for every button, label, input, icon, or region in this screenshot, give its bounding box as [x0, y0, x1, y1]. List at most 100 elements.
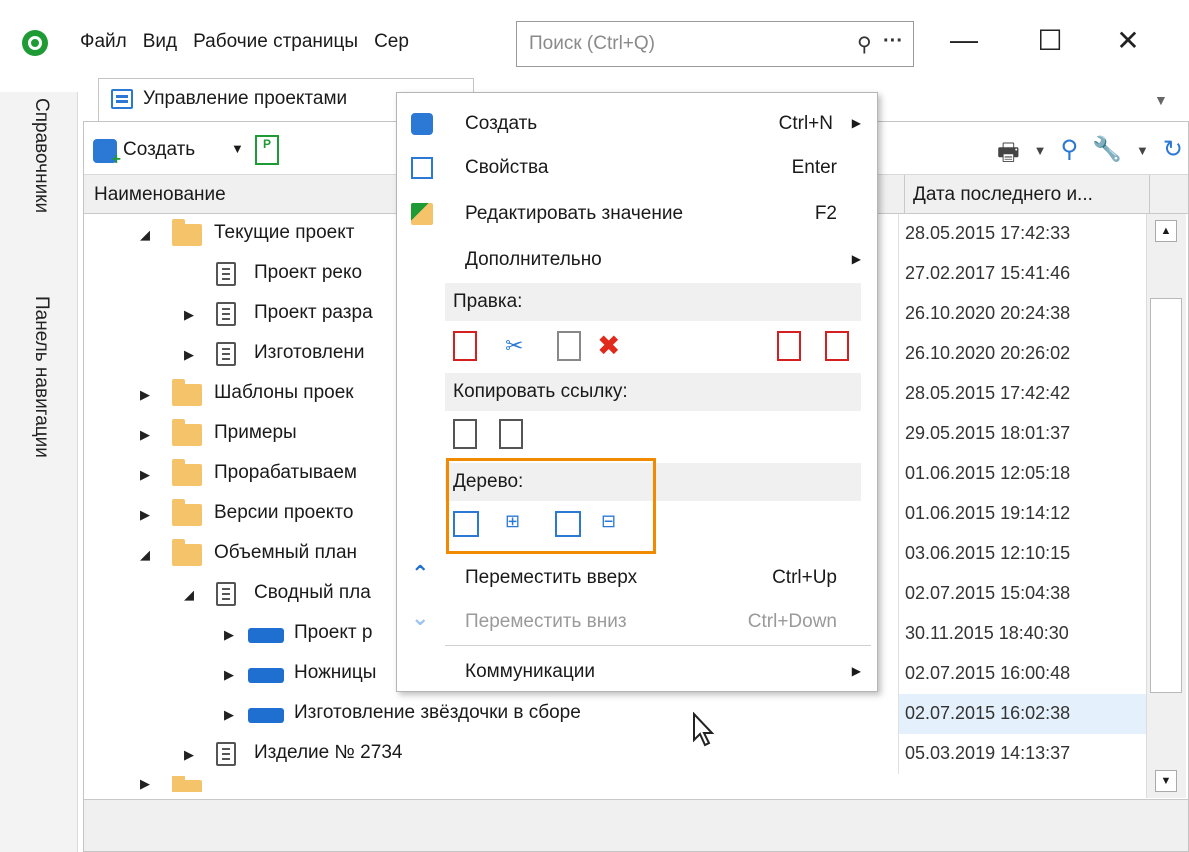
row-name: Шаблоны проек — [214, 382, 354, 403]
scroll-thumb[interactable] — [1150, 298, 1182, 693]
document-icon — [216, 742, 236, 766]
arrow-up-icon: ⌃ — [411, 561, 430, 586]
folder-icon — [172, 459, 202, 486]
maximize-button[interactable]: ☐ — [1030, 24, 1070, 57]
task-bar-icon — [248, 708, 284, 723]
create-dropdown-icon[interactable]: ▼ — [231, 141, 244, 156]
submenu-arrow-icon: ▶ — [851, 252, 861, 266]
menu-item-label: Коммуникации — [465, 661, 595, 682]
row-date: 27.02.2017 15:41:46 — [898, 254, 1146, 294]
row-date: 02.07.2015 15:04:38 — [898, 574, 1146, 614]
expand-icon[interactable]: ▶ — [140, 387, 150, 403]
menu-view[interactable]: Вид — [143, 31, 177, 53]
scroll-down-icon[interactable]: ▼ — [1155, 770, 1177, 792]
menu-item-move-up[interactable]: ⌃ Переместить вверх Ctrl+Up — [397, 555, 877, 601]
menu-item-properties[interactable]: Свойства Enter — [397, 145, 877, 191]
copy-number-icon[interactable] — [777, 331, 801, 361]
copy-link-p-icon[interactable] — [499, 419, 523, 449]
copy-icon[interactable] — [453, 331, 477, 361]
side-panel: Справочники Панель навигации — [0, 92, 78, 852]
menu-item-label: Свойства — [465, 157, 549, 178]
collapse-icon[interactable]: ◢ — [140, 227, 150, 243]
row-name: Текущие проект — [214, 222, 355, 243]
copy-guid-icon[interactable] — [825, 331, 849, 361]
column-header-name[interactable]: Наименование — [94, 184, 226, 206]
table-row-partial[interactable]: ▶ — [84, 776, 1146, 792]
expand-icon[interactable]: ▶ — [184, 747, 194, 763]
expand-icon[interactable]: ▶ — [184, 347, 194, 363]
collapse-icon[interactable]: ◢ — [140, 547, 150, 563]
expand-icon[interactable]: ▶ — [140, 776, 150, 792]
folder-icon — [172, 219, 202, 246]
tab-list-chevron-icon[interactable]: ▼ — [1154, 92, 1168, 108]
expand-icon[interactable]: ▶ — [224, 627, 234, 643]
cut-icon[interactable]: ✂ — [505, 333, 523, 359]
folder-icon — [172, 776, 202, 792]
copy-link-icon[interactable] — [453, 419, 477, 449]
menu-item-label: Переместить вниз — [465, 611, 627, 632]
search-more-button[interactable]: ··· — [883, 30, 903, 53]
document-icon — [216, 582, 236, 606]
menu-item-label: Дополнительно — [465, 249, 602, 270]
row-date: 02.07.2015 16:02:38 — [898, 694, 1146, 734]
vertical-scrollbar[interactable]: ▲ ▼ — [1146, 214, 1186, 798]
scroll-up-icon[interactable]: ▲ — [1155, 220, 1177, 242]
context-menu: Создать Ctrl+N ▶ Свойства Enter Редактир… — [396, 92, 878, 692]
menu-item-create[interactable]: Создать Ctrl+N ▶ — [397, 101, 877, 147]
row-name: Проект р — [294, 622, 373, 643]
delete-icon[interactable]: ✖ — [597, 329, 620, 362]
status-bar — [84, 799, 1188, 851]
section-copy-link: Копировать ссылку: — [445, 373, 861, 411]
expand-icon[interactable]: ▶ — [140, 427, 150, 443]
menu-item-shortcut: Enter — [791, 157, 837, 178]
table-row[interactable]: ▶ Изделие № 2734 05.03.2019 14:13:37 — [84, 734, 1146, 774]
document-icon — [216, 342, 236, 366]
edit-icon-row: ✂ ✖ — [453, 329, 863, 371]
app-logo-icon — [22, 30, 48, 56]
expand-icon[interactable]: ▶ — [140, 467, 150, 483]
refresh-icon[interactable]: ↻ — [1163, 135, 1183, 176]
submenu-arrow-icon: ▶ — [851, 116, 861, 130]
find-icon[interactable]: ⚲ — [1061, 135, 1079, 176]
row-date: 29.05.2015 18:01:37 — [898, 414, 1146, 454]
expand-icon[interactable]: ▶ — [224, 667, 234, 683]
close-button[interactable]: ✕ — [1108, 24, 1148, 57]
collapse-icon[interactable]: ◢ — [184, 587, 194, 603]
side-tab-navigation[interactable]: Панель навигации — [30, 296, 52, 458]
menu-item-additional[interactable]: Дополнительно ▶ — [397, 237, 877, 283]
expand-icon[interactable]: ▶ — [184, 307, 194, 323]
row-name: Изготовлени — [254, 342, 365, 363]
project-icon[interactable]: P — [255, 135, 279, 165]
column-header-date[interactable]: Дата последнего и... — [904, 175, 1150, 214]
menu-file[interactable]: Файл — [80, 31, 127, 53]
wrench-icon[interactable]: 🔧 — [1092, 135, 1122, 176]
table-row-selected[interactable]: ▶ Изготовление звёздочки в сборе 02.07.2… — [84, 694, 1146, 734]
wrench-dropdown-icon[interactable]: ▼ — [1136, 135, 1149, 176]
menu-workpages[interactable]: Рабочие страницы — [193, 31, 358, 53]
side-tab-references[interactable]: Справочники — [30, 98, 52, 213]
print-dropdown-icon[interactable]: ▼ — [1034, 135, 1047, 176]
menu-item-edit-value[interactable]: Редактировать значение F2 — [397, 191, 877, 237]
menu-item-communications[interactable]: Коммуникации ▶ — [397, 649, 877, 695]
menu-item-move-down[interactable]: ⌄ Переместить вниз Ctrl+Down — [397, 599, 877, 645]
row-date: 01.06.2015 19:14:12 — [898, 494, 1146, 534]
row-date: 01.06.2015 12:05:18 — [898, 454, 1146, 494]
paste-icon[interactable] — [557, 331, 581, 361]
row-date: 26.10.2020 20:26:02 — [898, 334, 1146, 374]
search-icon[interactable]: ⚲ — [857, 32, 872, 57]
arrow-down-icon: ⌄ — [411, 605, 430, 630]
menu-service[interactable]: Сер — [374, 31, 409, 53]
create-button[interactable]: Создать — [123, 139, 195, 161]
search-input[interactable] — [517, 22, 837, 66]
mouse-cursor-icon — [693, 712, 715, 747]
create-icon[interactable] — [93, 139, 121, 169]
tab-label: Управление проектами — [143, 88, 348, 109]
row-name: Проект разра — [254, 302, 373, 323]
minimize-button[interactable]: — — [944, 24, 984, 56]
print-icon[interactable]: 🖶 — [997, 135, 1020, 176]
window-icon — [111, 89, 133, 109]
expand-icon[interactable]: ▶ — [140, 507, 150, 523]
document-icon — [216, 302, 236, 326]
row-name: Сводный пла — [254, 582, 371, 603]
expand-icon[interactable]: ▶ — [224, 707, 234, 723]
